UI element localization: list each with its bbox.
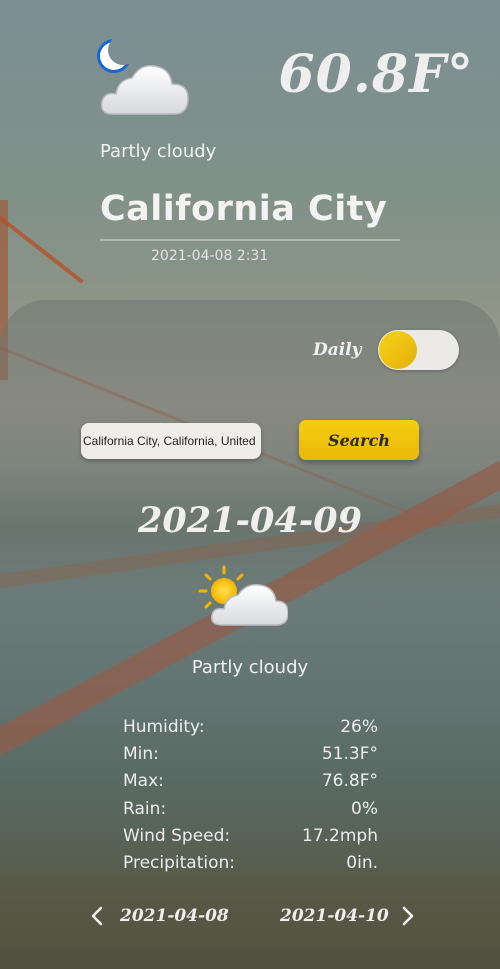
search-button[interactable]: Search bbox=[299, 420, 419, 460]
forecast-condition: Partly cloudy bbox=[191, 657, 309, 678]
stat-value: 26% bbox=[340, 717, 378, 737]
stat-label: Humidity: bbox=[123, 717, 205, 737]
stat-humidity: Humidity: 26% bbox=[123, 714, 378, 741]
stat-min: Min: 51.3F° bbox=[123, 741, 378, 768]
stat-rain: Rain: 0% bbox=[123, 796, 378, 823]
moon-cloud-icon bbox=[97, 36, 189, 115]
stat-label: Min: bbox=[123, 744, 159, 765]
forecast-stats: Humidity: 26% Min: 51.3F° Max: 76.8F° Ra… bbox=[123, 714, 378, 877]
toggle-knob[interactable] bbox=[379, 331, 417, 369]
sun-cloud-icon bbox=[198, 565, 288, 626]
stat-wind-speed: Wind Speed: 17.2mph bbox=[123, 823, 378, 850]
prev-day-button[interactable]: 2021-04-08 bbox=[90, 905, 229, 927]
stat-value: 17.2mph bbox=[302, 825, 378, 846]
stat-value: 0in. bbox=[346, 852, 378, 873]
stat-label: Wind Speed: bbox=[123, 825, 231, 846]
stat-label: Precipitation: bbox=[123, 852, 235, 873]
chevron-right-icon[interactable] bbox=[401, 905, 415, 927]
stat-value: 0% bbox=[351, 798, 378, 819]
chevron-left-icon[interactable] bbox=[90, 905, 104, 927]
next-date[interactable]: 2021-04-10 bbox=[280, 906, 389, 926]
stat-value: 76.8F° bbox=[321, 771, 378, 792]
stat-label: Max: bbox=[123, 771, 164, 792]
current-weather-header: 60.8F° Partly cloudy California City 202… bbox=[0, 0, 500, 300]
divider bbox=[100, 239, 400, 241]
current-datetime: 2021-04-08 2:31 bbox=[151, 248, 269, 264]
current-temperature: 60.8F° bbox=[278, 44, 474, 105]
stat-label: Rain: bbox=[123, 798, 167, 819]
current-condition: Partly cloudy bbox=[100, 141, 217, 162]
city-name: California City bbox=[100, 189, 388, 229]
search-input[interactable] bbox=[81, 423, 261, 459]
daily-toggle[interactable] bbox=[378, 330, 459, 370]
stat-max: Max: 76.8F° bbox=[123, 768, 378, 795]
mode-label: Daily bbox=[313, 340, 362, 360]
stat-value: 51.3F° bbox=[321, 744, 378, 765]
forecast-date: 2021-04-09 bbox=[138, 500, 362, 541]
next-day-button[interactable]: 2021-04-10 bbox=[280, 905, 415, 927]
prev-date[interactable]: 2021-04-08 bbox=[120, 906, 229, 926]
stat-precipitation: Precipitation: 0in. bbox=[123, 850, 378, 877]
